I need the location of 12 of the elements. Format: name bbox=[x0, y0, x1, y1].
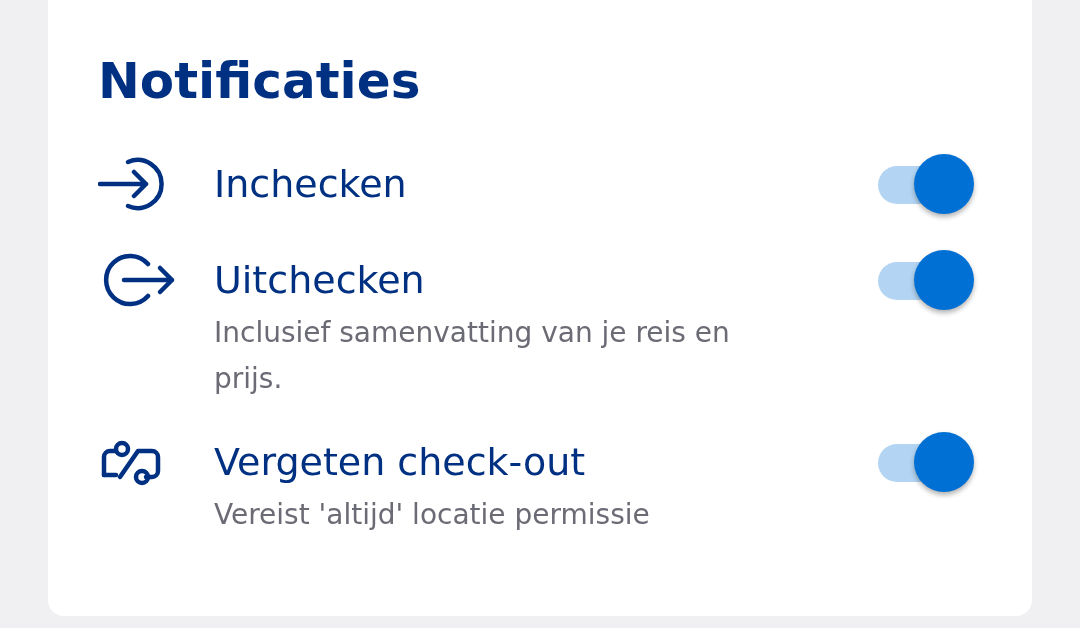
notification-label: Inchecken bbox=[214, 161, 408, 208]
notification-label: Uitchecken bbox=[214, 257, 426, 304]
section-title: Notificaties bbox=[98, 51, 422, 112]
toggle-thumb[interactable] bbox=[914, 432, 974, 492]
notification-description: Inclusief samenvatting van je reis en prijs. bbox=[214, 315, 731, 397]
toggle-switch[interactable] bbox=[878, 250, 974, 312]
toggle-switch[interactable] bbox=[878, 432, 974, 494]
notification-label: Vergeten check-out bbox=[214, 439, 587, 486]
toggle-thumb[interactable] bbox=[914, 154, 974, 214]
notification-description: Vereist 'altijd' locatie permissie bbox=[214, 497, 651, 533]
toggle-thumb[interactable] bbox=[914, 250, 974, 310]
toggle-switch[interactable] bbox=[878, 154, 974, 216]
